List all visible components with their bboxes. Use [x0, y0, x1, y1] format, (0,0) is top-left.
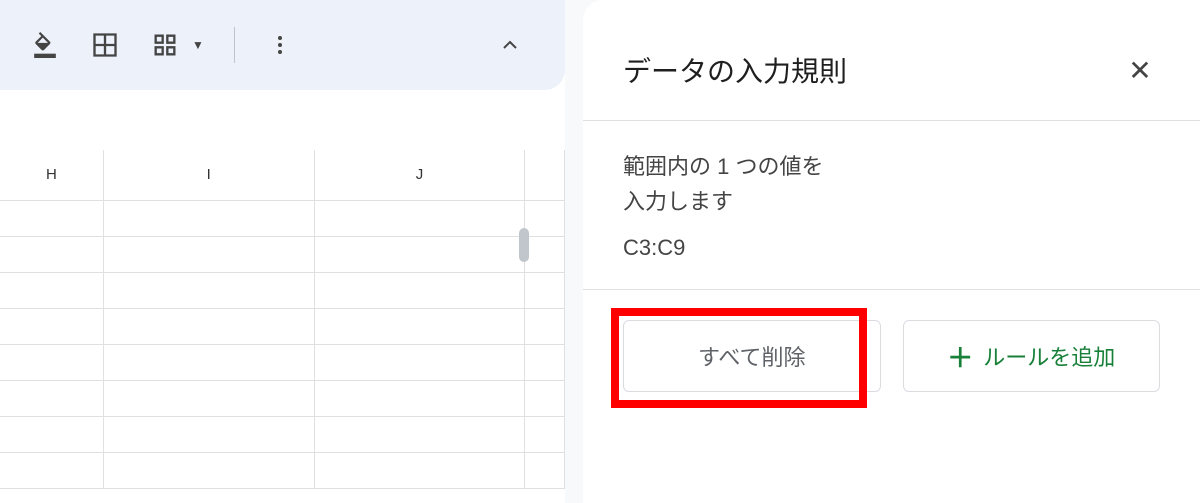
grid-row	[0, 416, 565, 452]
panel-title: データの入力規則	[623, 50, 847, 90]
collapse-toolbar-icon[interactable]	[495, 30, 525, 60]
merge-dropdown-icon[interactable]: ▼	[192, 38, 204, 52]
add-rule-label: ルールを追加	[983, 340, 1115, 372]
rule-description[interactable]: 範囲内の 1 つの値を 入力します	[583, 121, 1200, 219]
rule-range[interactable]: C3:C9	[583, 219, 1200, 289]
column-headers[interactable]: H I J	[0, 150, 565, 200]
toolbar-divider	[234, 27, 235, 63]
grid-row	[0, 272, 565, 308]
toolbar: ▼	[0, 0, 565, 90]
spreadsheet-area: ▼ H I J	[0, 0, 565, 503]
delete-all-button[interactable]: すべて削除	[623, 320, 881, 392]
grid-row	[0, 380, 565, 416]
panel-actions: すべて削除 ＋ ルールを追加	[583, 320, 1200, 392]
close-icon: ✕	[1128, 54, 1151, 87]
column-header-h[interactable]: H	[0, 150, 103, 200]
sheet-grid[interactable]: H I J	[0, 150, 565, 489]
grid-row	[0, 308, 565, 344]
panel-divider	[583, 289, 1200, 290]
column-header-blank[interactable]	[525, 150, 565, 200]
grid-row	[0, 236, 565, 272]
close-button[interactable]: ✕	[1120, 50, 1160, 90]
panel-header: データの入力規則 ✕	[583, 0, 1200, 121]
column-header-i[interactable]: I	[103, 150, 314, 200]
borders-icon[interactable]	[90, 30, 120, 60]
delete-all-label: すべて削除	[698, 340, 806, 372]
merge-cells-icon[interactable]	[150, 30, 180, 60]
vertical-scrollbar-thumb[interactable]	[519, 228, 529, 262]
more-vert-icon[interactable]	[265, 30, 295, 60]
add-rule-button[interactable]: ＋ ルールを追加	[903, 320, 1161, 392]
data-validation-panel: データの入力規則 ✕ 範囲内の 1 つの値を 入力します C3:C9 すべて削除…	[583, 0, 1200, 503]
column-header-j[interactable]: J	[314, 150, 525, 200]
grid-row	[0, 452, 565, 488]
plus-icon: ＋	[947, 338, 973, 375]
grid-row	[0, 200, 565, 236]
grid-row	[0, 344, 565, 380]
fill-color-icon[interactable]	[30, 30, 60, 60]
